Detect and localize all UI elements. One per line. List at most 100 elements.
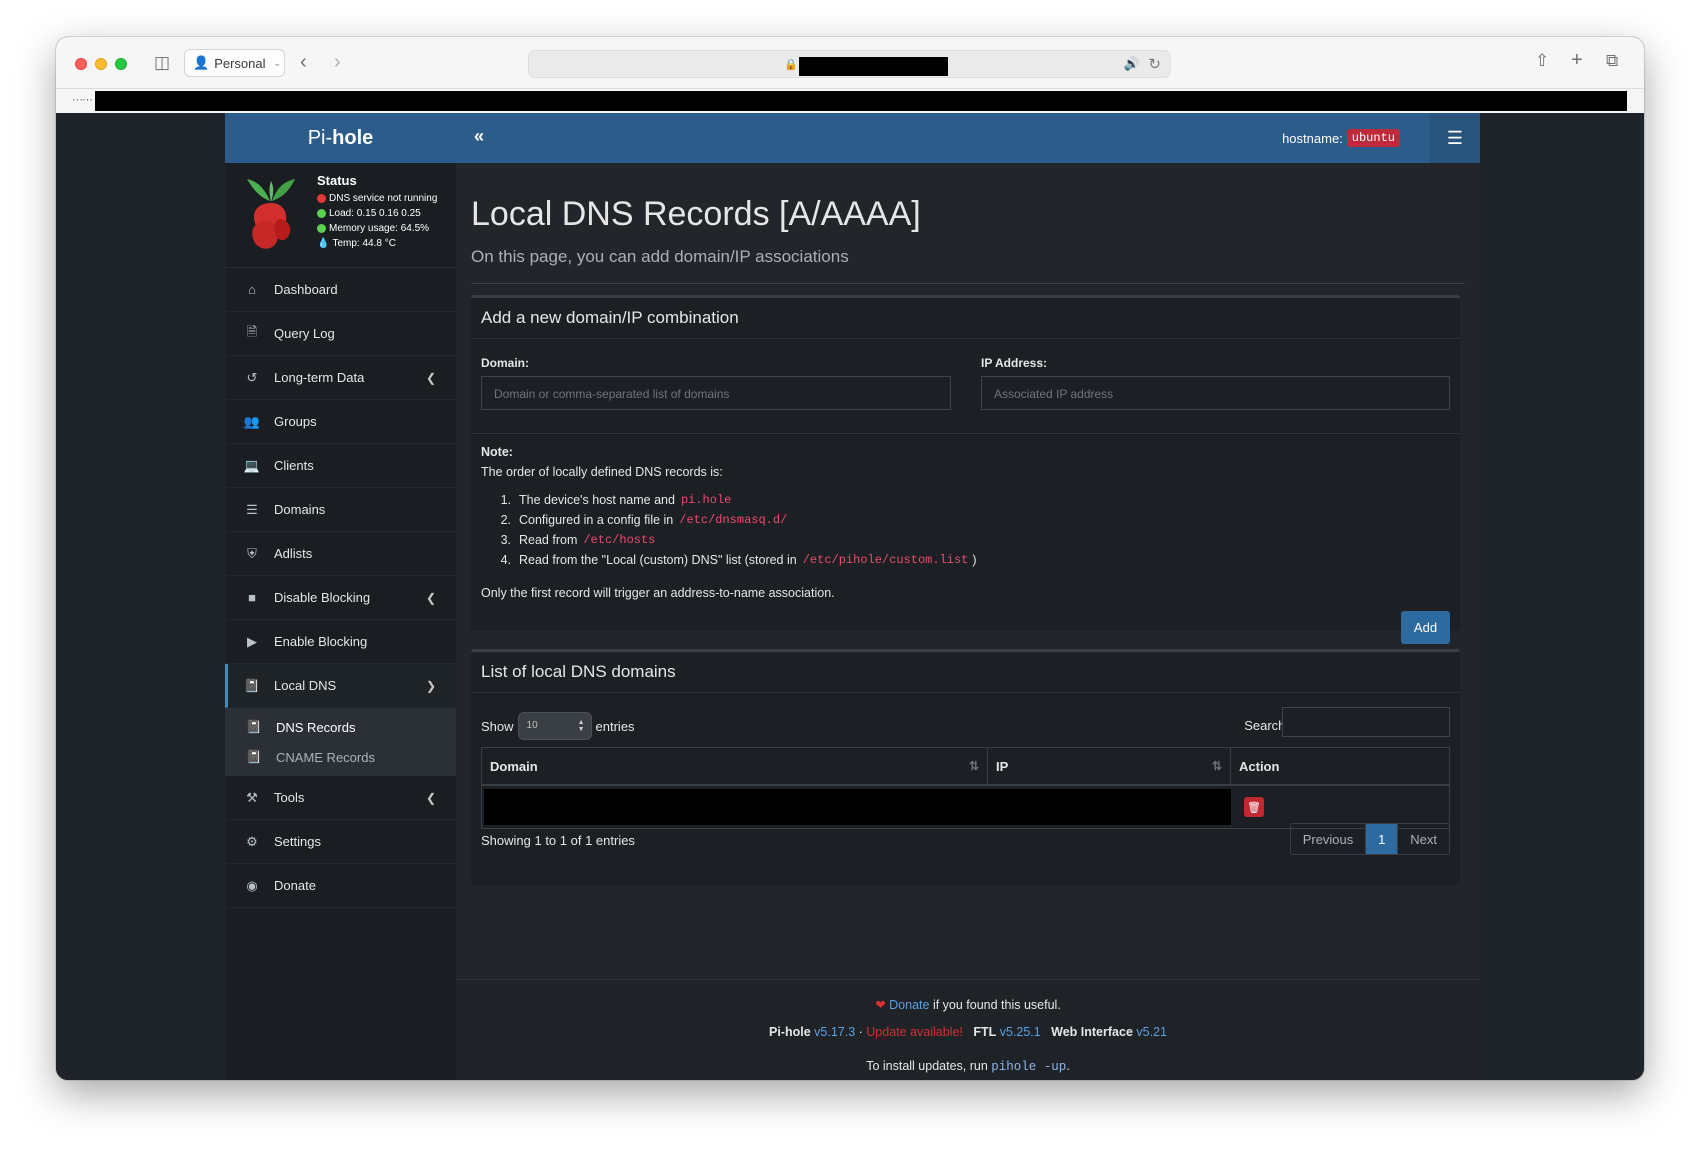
- next-page-button[interactable]: Next: [1398, 824, 1449, 854]
- domain-label: Domain:: [481, 356, 529, 370]
- sidebar-item-settings[interactable]: ⚙ Settings: [225, 820, 456, 864]
- sidebar-item-donate[interactable]: ◉ Donate: [225, 864, 456, 908]
- domain-input[interactable]: Domain or comma-separated list of domain…: [481, 376, 951, 410]
- show-label: Show: [481, 718, 514, 734]
- minimize-window-button[interactable]: [95, 58, 107, 70]
- local-dns-submenu: 📓 DNS Records 📓 CNAME Records: [225, 708, 456, 776]
- page-1-button[interactable]: 1: [1366, 824, 1399, 854]
- list-item: 3. Read from/etc/hosts: [481, 530, 977, 550]
- address-book-icon: 📓: [245, 719, 263, 734]
- history-icon: ↺: [246, 369, 258, 385]
- sidebar-item-label: Query Log: [274, 326, 335, 341]
- load-status: Load: 0.15 0.16 0.25: [317, 208, 421, 219]
- close-window-button[interactable]: [75, 58, 87, 70]
- chevron-left-icon: ❮: [425, 370, 436, 385]
- web-version-link[interactable]: v5.21: [1136, 1025, 1167, 1039]
- play-icon: ▶: [247, 633, 257, 649]
- add-box-title: Add a new domain/IP combination: [471, 298, 1460, 339]
- list-item: 4. Read from the "Local (custom) DNS" lis…: [481, 550, 977, 570]
- back-icon[interactable]: ‹: [300, 52, 307, 72]
- share-icon[interactable]: ⇧: [1535, 52, 1549, 69]
- list-number: 2.: [500, 513, 511, 527]
- entries-select[interactable]: 10 ▲ ▼: [517, 712, 592, 740]
- pihole-version-link[interactable]: v5.17.3: [814, 1025, 855, 1039]
- sidebar-item-local-dns[interactable]: 📓 Local DNS ❯: [225, 664, 456, 708]
- gear-icon: ⚙: [246, 833, 258, 849]
- sort-icon: ⇅: [1211, 759, 1222, 773]
- sidebar-item-cname-records[interactable]: 📓 CNAME Records: [225, 742, 456, 772]
- sidebar-item-label: Tools: [274, 790, 305, 805]
- list-item: 2. Configured in a config file in/etc/dns…: [481, 510, 977, 530]
- grid-icon[interactable]: ⋯⋯: [72, 93, 93, 106]
- collapse-sidebar-icon[interactable]: «: [474, 126, 484, 147]
- install-suffix: .: [1066, 1059, 1070, 1073]
- zoom-window-button[interactable]: [115, 58, 127, 70]
- profile-label: Personal: [214, 55, 266, 71]
- address-book-icon: 📓: [245, 749, 263, 764]
- delete-button[interactable]: 🗑: [1244, 797, 1264, 817]
- shield-icon: ⛨: [247, 545, 257, 561]
- footer: ❤ Donate if you found this useful. Pi-ho…: [456, 979, 1480, 1080]
- pagination: Previous 1 Next: [1289, 823, 1450, 855]
- sidebar-item-adlists[interactable]: ⛨ Adlists: [225, 532, 456, 576]
- new-tab-icon[interactable]: +: [1571, 50, 1583, 70]
- install-text: To install updates, run: [866, 1059, 988, 1073]
- file-icon: 🗎: [246, 323, 258, 339]
- redacted-favorites: [95, 91, 1627, 111]
- sidebar-item-label: CNAME Records: [276, 749, 375, 765]
- list-item: 1. The device's host name and pi.hole: [481, 490, 977, 510]
- sidebar-item-long-term-data[interactable]: ↺ Long-term Data ❮: [225, 356, 456, 400]
- search-input[interactable]: [1282, 707, 1450, 737]
- sidebar-item-clients[interactable]: 💻 Clients: [225, 444, 456, 488]
- sidebar-item-domains[interactable]: ☰ Domains: [225, 488, 456, 532]
- list-icon: ☰: [246, 501, 258, 517]
- sidebar-item-query-log[interactable]: 🗎 Query Log: [225, 312, 456, 356]
- stop-icon: ■: [248, 590, 256, 605]
- water-drop-icon: 💧: [317, 238, 330, 249]
- sidebar-item-tools[interactable]: ⚒ Tools ❮: [225, 776, 456, 820]
- sidebar-item-label: DNS Records: [276, 719, 356, 735]
- list-text: Read from the "Local (custom) DNS" list …: [519, 553, 797, 567]
- table-row: 🗑: [482, 786, 1449, 828]
- note-title-text: Note:: [481, 445, 513, 459]
- donate-link[interactable]: Donate: [889, 998, 929, 1012]
- update-available-link[interactable]: Update available!: [866, 1025, 963, 1039]
- raspberry-logo-icon: [247, 179, 295, 249]
- column-header-domain[interactable]: Domain ⇅: [482, 748, 988, 784]
- list-number: 3.: [500, 533, 511, 547]
- speaker-icon[interactable]: 🔊: [1124, 56, 1140, 72]
- forward-icon[interactable]: ›: [334, 52, 341, 72]
- sidebar-item-groups[interactable]: 👥 Groups: [225, 400, 456, 444]
- dns-status: DNS service not running: [317, 193, 437, 204]
- browser-toolbar: ◫ 👤 Personal ⌄ ‹ › 🔒 🔊 ↻ ⇧ + ⧉: [56, 37, 1644, 89]
- previous-page-button[interactable]: Previous: [1291, 824, 1367, 854]
- tab-overview-icon[interactable]: ⧉: [1606, 52, 1618, 69]
- sidebar-item-disable-blocking[interactable]: ■ Disable Blocking ❮: [225, 576, 456, 620]
- sidebar-item-dns-records[interactable]: 📓 DNS Records: [225, 712, 456, 742]
- add-button[interactable]: Add: [1401, 611, 1450, 644]
- donate-text: if you found this useful.: [932, 998, 1061, 1012]
- hostname-value: ubuntu: [1346, 129, 1400, 147]
- green-dot-icon: [317, 224, 326, 233]
- column-header-ip[interactable]: IP ⇅: [988, 748, 1231, 784]
- trash-icon: 🗑: [1247, 801, 1261, 814]
- list-text: Read from: [519, 533, 578, 547]
- menu-icon[interactable]: ☰: [1430, 113, 1480, 163]
- ip-input[interactable]: Associated IP address: [981, 376, 1450, 410]
- brand-logo[interactable]: Pi-hole: [225, 113, 456, 163]
- reload-icon[interactable]: ↻: [1148, 55, 1161, 73]
- list-code: /etc/dnsmasq.d/: [679, 513, 788, 527]
- redacted-record: [484, 789, 1231, 825]
- address-bar[interactable]: 🔒 🔊 ↻: [528, 50, 1171, 78]
- memory-text: Memory usage: 64.5%: [329, 223, 430, 234]
- ftl-version-link[interactable]: v5.25.1: [1000, 1025, 1041, 1039]
- sidebar-item-label: Dashboard: [274, 282, 338, 297]
- sidebar-item-dashboard[interactable]: ⌂ Dashboard: [225, 268, 456, 312]
- sidebar-toggle-icon[interactable]: ◫: [154, 54, 170, 71]
- divider: [471, 283, 1465, 284]
- sidebar-item-label: Donate: [274, 878, 316, 893]
- sidebar-item-enable-blocking[interactable]: ▶ Enable Blocking: [225, 620, 456, 664]
- profile-button[interactable]: 👤 Personal ⌄: [184, 49, 285, 77]
- sidebar-item-label: Adlists: [274, 546, 313, 561]
- ip-label: IP Address:: [981, 356, 1048, 370]
